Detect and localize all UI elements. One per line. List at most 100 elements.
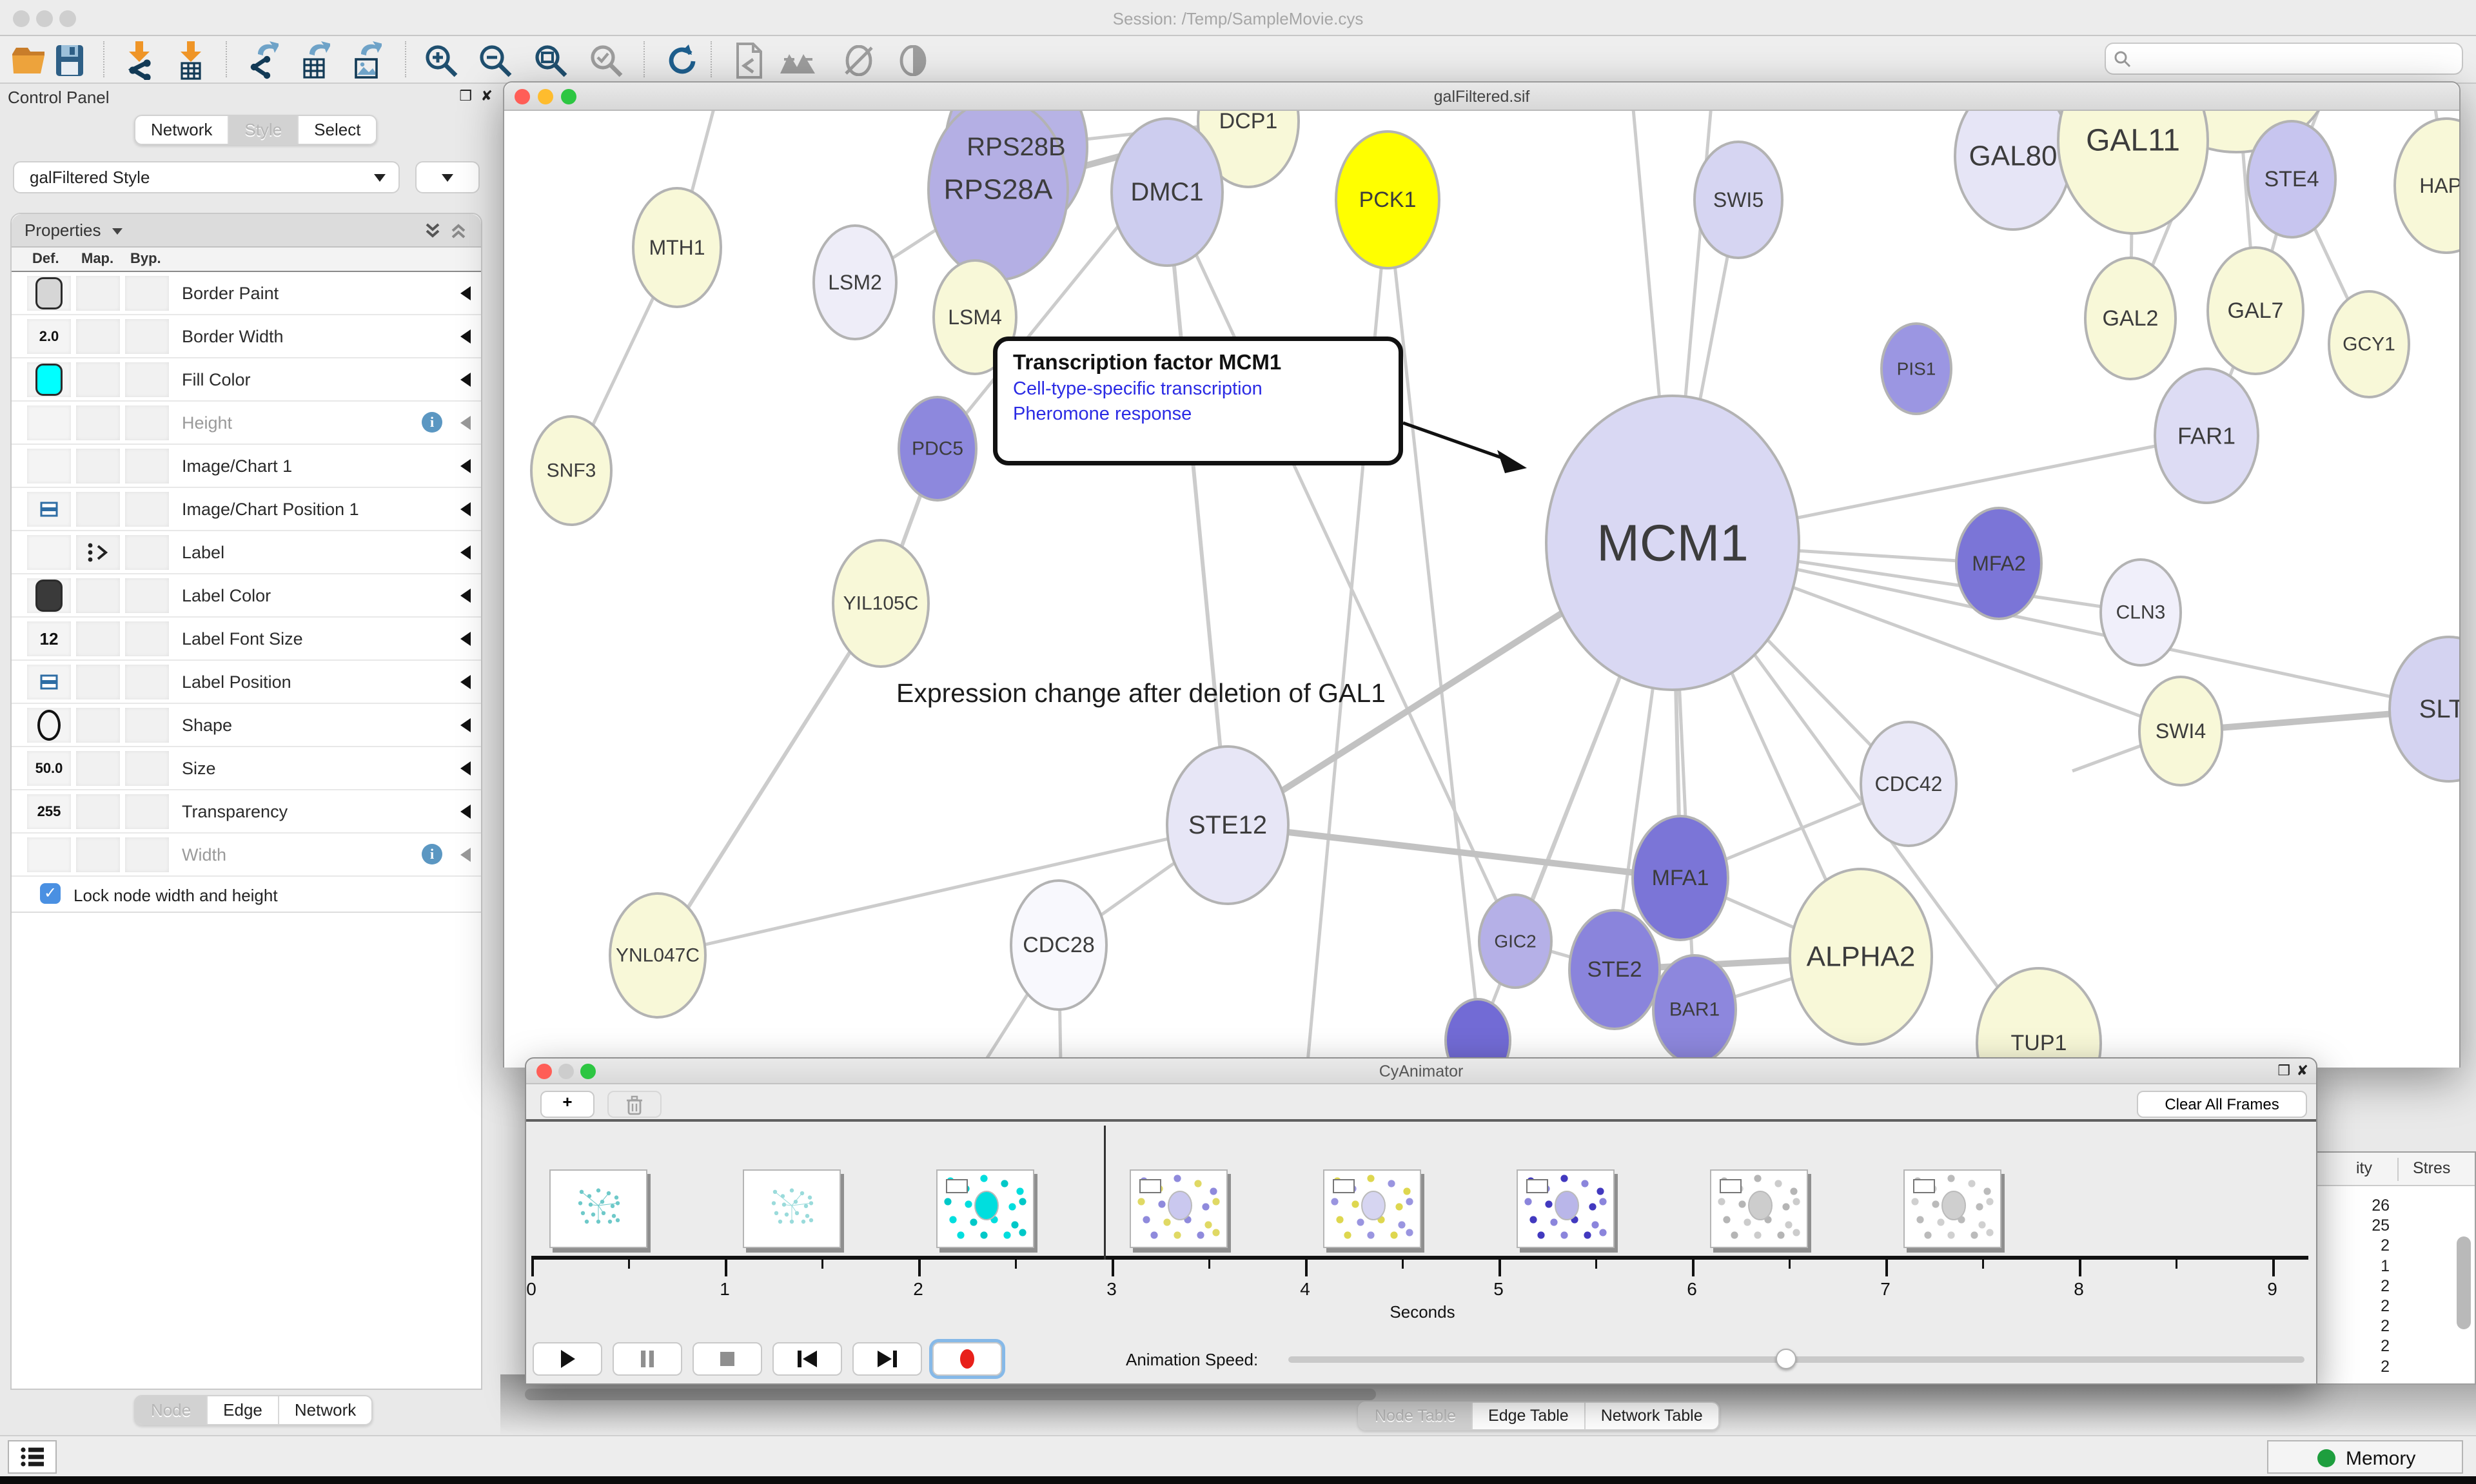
expand-row-icon[interactable] xyxy=(460,675,471,689)
refresh-layout-icon[interactable] xyxy=(663,43,699,79)
expand-all-icon[interactable] xyxy=(423,222,442,240)
zoom-out-icon[interactable] xyxy=(477,43,513,79)
bypass-cell[interactable] xyxy=(125,794,169,829)
default-swatch[interactable] xyxy=(35,580,63,612)
properties-header[interactable]: Properties xyxy=(12,214,481,248)
default-value[interactable]: 255 xyxy=(37,803,61,820)
default-cell[interactable]: 50.0 xyxy=(27,751,71,786)
info-icon[interactable]: i xyxy=(422,412,442,433)
expand-row-icon[interactable] xyxy=(460,848,471,862)
bypass-cell[interactable] xyxy=(125,578,169,613)
float-panel-icon[interactable]: ❒ xyxy=(2277,1062,2290,1079)
default-swatch[interactable] xyxy=(35,364,63,396)
frame-thumbnail-4[interactable] xyxy=(1323,1169,1421,1248)
default-cell[interactable] xyxy=(27,578,71,613)
network-edge[interactable] xyxy=(658,825,1228,955)
bypass-cell[interactable] xyxy=(125,362,169,397)
property-row-size[interactable]: 50.0Size xyxy=(12,747,481,790)
bypass-cell[interactable] xyxy=(125,708,169,743)
bypass-cell[interactable] xyxy=(125,621,169,656)
default-cell[interactable] xyxy=(27,535,71,570)
property-row-label-font-size[interactable]: 12Label Font Size xyxy=(12,618,481,661)
property-row-height[interactable]: Heighti xyxy=(12,402,481,445)
bypass-cell[interactable] xyxy=(125,276,169,311)
cyanimator-titlebar[interactable]: CyAnimator ❒ ✘ xyxy=(526,1059,2316,1084)
default-cell[interactable] xyxy=(27,492,71,527)
bypass-cell[interactable] xyxy=(125,665,169,699)
default-cell[interactable] xyxy=(27,665,71,699)
export-network-icon[interactable] xyxy=(245,43,281,79)
network-canvas[interactable]: RPS28BDCP1RPS28ADMC1PCK1SWI5MTH1LSM2LSM4… xyxy=(504,111,2459,1068)
table-cell-value[interactable]: 26 xyxy=(2323,1196,2390,1215)
property-row-border-paint[interactable]: Border Paint xyxy=(12,272,481,315)
mapping-cell[interactable] xyxy=(76,319,120,354)
column-stress[interactable]: Stres xyxy=(2413,1159,2450,1178)
property-row-image-chart-1[interactable]: Image/Chart 1 xyxy=(12,445,481,488)
float-panel-icon[interactable]: ❒ xyxy=(459,88,472,104)
expand-row-icon[interactable] xyxy=(460,589,471,603)
bypass-cell[interactable] xyxy=(125,751,169,786)
table-cell-value[interactable]: 2 xyxy=(2323,1358,2390,1376)
tab-node-table[interactable]: Node Table xyxy=(1359,1403,1473,1429)
network-edge[interactable] xyxy=(1388,200,1487,1068)
tab-network-style[interactable]: Network xyxy=(279,1396,371,1424)
record-button[interactable] xyxy=(932,1342,1002,1376)
mapping-cell[interactable] xyxy=(76,276,120,311)
import-table-icon[interactable] xyxy=(173,43,209,79)
position-icon[interactable] xyxy=(39,673,59,691)
table-scrollbar[interactable] xyxy=(2457,1236,2471,1329)
bypass-cell[interactable] xyxy=(125,492,169,527)
mapping-cell[interactable] xyxy=(76,449,120,483)
table-horizontal-scrollbar[interactable] xyxy=(525,1389,1376,1400)
property-row-width[interactable]: Widthi xyxy=(12,834,481,877)
tab-node[interactable]: Node xyxy=(135,1396,208,1424)
skip-start-button[interactable] xyxy=(772,1342,842,1376)
export-table-icon[interactable] xyxy=(297,43,333,79)
network-caption[interactable]: Expression change after deletion of GAL1 xyxy=(896,678,1386,708)
speed-slider-thumb[interactable] xyxy=(1776,1349,1796,1369)
network-edge[interactable] xyxy=(658,603,881,955)
close-panel-icon[interactable]: ✘ xyxy=(2297,1062,2308,1079)
tab-edge-table[interactable]: Edge Table xyxy=(1473,1403,1586,1429)
property-row-shape[interactable]: Shape xyxy=(12,704,481,747)
pause-button[interactable] xyxy=(613,1342,682,1376)
default-cell[interactable] xyxy=(27,362,71,397)
default-cell[interactable] xyxy=(27,837,71,872)
lock-checkbox[interactable]: ✓ xyxy=(40,883,61,904)
mapping-cell[interactable] xyxy=(76,405,120,440)
property-row-transparency[interactable]: 255Transparency xyxy=(12,790,481,834)
ellipse-shape-icon[interactable] xyxy=(37,710,61,741)
expand-row-icon[interactable] xyxy=(460,805,471,819)
network-window-titlebar[interactable]: galFiltered.sif xyxy=(504,83,2459,111)
default-cell[interactable]: 255 xyxy=(27,794,71,829)
tab-network[interactable]: Network xyxy=(135,116,229,144)
add-frame-button[interactable]: + xyxy=(540,1091,594,1118)
default-cell[interactable] xyxy=(27,276,71,311)
search-input[interactable] xyxy=(2105,43,2463,75)
bypass-cell[interactable] xyxy=(125,319,169,354)
hide-selected-icon[interactable] xyxy=(841,43,877,79)
expand-row-icon[interactable] xyxy=(460,502,471,516)
annotation-box[interactable]: Transcription factor MCM1 Cell-type-spec… xyxy=(993,337,1403,465)
mapping-icon[interactable] xyxy=(85,542,111,563)
property-row-label-position[interactable]: Label Position xyxy=(12,661,481,704)
bypass-cell[interactable] xyxy=(125,449,169,483)
memory-button[interactable]: Memory xyxy=(2267,1440,2463,1474)
tab-style[interactable]: Style xyxy=(229,116,299,144)
default-value[interactable]: 50.0 xyxy=(35,760,63,777)
frame-thumbnail-5[interactable] xyxy=(1517,1169,1615,1248)
expand-row-icon[interactable] xyxy=(460,545,471,560)
expand-row-icon[interactable] xyxy=(460,286,471,300)
save-session-icon[interactable] xyxy=(52,43,88,79)
first-neighbors-icon[interactable] xyxy=(779,43,815,79)
mapping-cell[interactable] xyxy=(76,665,120,699)
style-dropdown[interactable]: galFiltered Style xyxy=(13,161,400,193)
expand-row-icon[interactable] xyxy=(460,416,471,430)
frame-thumbnail-2[interactable] xyxy=(936,1169,1034,1248)
default-value[interactable]: 2.0 xyxy=(39,328,59,345)
zoom-in-icon[interactable] xyxy=(423,43,459,79)
clone-network-icon[interactable] xyxy=(731,43,767,79)
mapping-cell[interactable] xyxy=(76,837,120,872)
mapping-cell[interactable] xyxy=(76,621,120,656)
expand-row-icon[interactable] xyxy=(460,632,471,646)
